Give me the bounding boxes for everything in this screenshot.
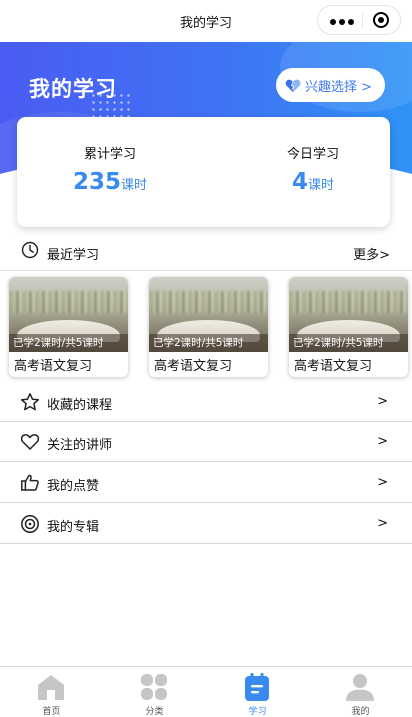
study-icon <box>245 673 269 701</box>
tab-label: 我的 <box>351 707 370 717</box>
tab-label: 首页 <box>42 707 61 717</box>
menu-item-label: 我的专辑 <box>47 520 100 535</box>
star-icon <box>20 393 40 411</box>
course-card[interactable]: 已学2课时/共5课时 高考语文复习 <box>9 277 128 377</box>
clock-icon <box>21 241 39 259</box>
more-icon[interactable] <box>330 19 354 25</box>
menu-item-followed-teachers[interactable]: 关注的讲师 > <box>0 422 412 462</box>
tab-home[interactable]: 首页 <box>0 670 103 717</box>
stat-total-number: 235 <box>72 169 121 195</box>
course-name: 高考语文复习 <box>294 359 373 374</box>
tab-bar: 首页 分类 学习 我的 <box>0 666 412 717</box>
menu-item-label: 收藏的课程 <box>47 398 113 413</box>
mini-program-capsule <box>317 5 401 35</box>
chevron-right-icon: > <box>377 434 388 449</box>
heart-icon <box>285 79 301 92</box>
stat-today-value: 4课时 <box>243 169 383 195</box>
recent-section-header: 最近学习 更多> <box>0 232 412 271</box>
page-title: 我的学习 <box>29 77 117 101</box>
capsule-divider <box>362 13 363 28</box>
course-progress: 已学2课时/共5课时 <box>153 337 244 349</box>
stat-today-unit: 课时 <box>308 178 335 193</box>
course-name: 高考语文复习 <box>14 359 93 374</box>
menu-item-my-albums[interactable]: 我的专辑 > <box>0 504 412 544</box>
tab-category[interactable]: 分类 <box>103 670 206 717</box>
course-name: 高考语文复习 <box>154 359 233 374</box>
nav-bar: 我的学习 <box>0 0 412 42</box>
stat-total-label: 累计学习 <box>83 147 136 162</box>
home-icon <box>38 675 64 700</box>
chevron-right-icon: > <box>377 516 388 531</box>
interest-select-label: 兴趣选择 > <box>305 79 373 95</box>
stat-today: 今日学习 4课时 <box>243 143 383 195</box>
stat-total: 累计学习 235课时 <box>40 143 180 195</box>
stats-card: 累计学习 235课时 今日学习 4课时 <box>17 117 390 227</box>
course-progress: 已学2课时/共5课时 <box>293 337 384 349</box>
chevron-right-icon: > <box>377 475 388 490</box>
tab-label: 学习 <box>248 707 267 717</box>
tab-label: 分类 <box>145 707 164 717</box>
heart-icon <box>20 434 40 450</box>
stat-total-value: 235课时 <box>40 169 180 195</box>
menu-item-my-likes[interactable]: 我的点赞 > <box>0 463 412 503</box>
course-progress: 已学2课时/共5课时 <box>13 337 104 349</box>
course-card[interactable]: 已学2课时/共5课时 高考语文复习 <box>149 277 268 377</box>
menu-item-favorite-courses[interactable]: 收藏的课程 > <box>0 382 412 422</box>
tab-study[interactable]: 学习 <box>206 670 309 717</box>
menu-item-label: 我的点赞 <box>47 479 100 494</box>
category-icon <box>141 674 167 700</box>
tab-mine[interactable]: 我的 <box>309 670 412 717</box>
thumbs-up-icon <box>21 474 39 491</box>
album-icon <box>21 515 39 533</box>
menu-item-label: 关注的讲师 <box>47 438 113 453</box>
chevron-right-icon: > <box>377 394 388 409</box>
course-card[interactable]: 已学2课时/共5课时 高考语文复习 <box>289 277 408 377</box>
user-icon <box>346 674 374 701</box>
interest-select-button[interactable]: 兴趣选择 > <box>276 68 385 102</box>
stat-today-number: 4 <box>291 169 308 195</box>
stat-today-label: 今日学习 <box>286 147 339 162</box>
close-icon[interactable] <box>373 12 389 28</box>
recent-title: 最近学习 <box>47 248 100 263</box>
stat-total-unit: 课时 <box>121 178 148 193</box>
recent-more-link[interactable]: 更多> <box>353 244 390 263</box>
